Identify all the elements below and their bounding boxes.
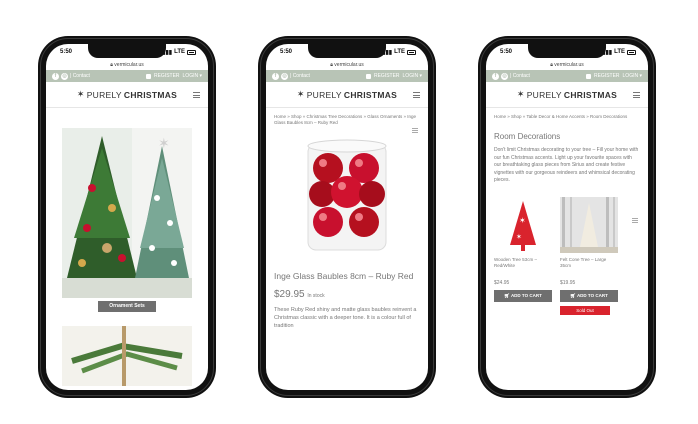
breadcrumb[interactable]: Home » Shop » Christmas Tree Decorations…	[274, 114, 420, 126]
product-content: Home » Shop » Christmas Tree Decorations…	[266, 108, 428, 336]
network-label: LTE	[394, 49, 405, 55]
account-lock-icon	[365, 73, 371, 79]
status-time: 5:50	[280, 49, 293, 55]
category-content: Home » Shop » Table Decor & Home Accents…	[486, 108, 648, 321]
login-link[interactable]: LOGIN ▾	[183, 73, 202, 79]
menu-icon[interactable]	[193, 92, 200, 98]
register-link[interactable]: REGISTER	[154, 73, 180, 79]
login-link[interactable]: LOGIN ▾	[403, 73, 422, 79]
phone-frame-product: 5:50 ▮▮▮ LTE 🔒︎ vermicular.us f ◎ | Contact…	[258, 36, 436, 398]
account-lock-icon	[145, 73, 151, 79]
breadcrumb[interactable]: Home » Shop » Table Decor & Home Accents…	[494, 114, 640, 120]
status-time: 5:50	[60, 49, 73, 55]
list-view-icon[interactable]	[412, 128, 418, 133]
lock-icon: 🔒︎	[330, 62, 333, 68]
product-image[interactable]: ✶ ✶	[494, 196, 552, 253]
category-image-ornament-sets[interactable]: ✶	[62, 128, 192, 298]
contact-link[interactable]: | Contact	[290, 73, 310, 79]
section-title: Room Decorations	[494, 132, 561, 141]
instagram-icon[interactable]: ◎	[501, 72, 508, 80]
utility-bar: f ◎ | Contact REGISTER LOGIN ▾	[266, 70, 428, 82]
product-card[interactable]: Felt Cone Tree – Large 35cm $19.95 🛒︎ AD…	[560, 196, 618, 315]
phone-notch	[308, 44, 386, 58]
phone-frame-home: 5:50 ▮▮▮ LTE 🔒︎ vermicular.us f ◎ | Contact…	[38, 36, 216, 398]
product-description: These Ruby Red shiny and matte glass bau…	[274, 307, 417, 329]
account-lock-icon	[585, 73, 591, 79]
address-bar[interactable]: 🔒︎ vermicular.us	[486, 60, 648, 70]
facebook-icon[interactable]: f	[272, 72, 279, 80]
phone-screen: 5:50 ▮▮▮ LTE 🔒︎ vermicular.us f ◎ | Contact…	[486, 44, 648, 390]
lock-icon: 🔒︎	[110, 62, 113, 68]
star-icon: ✶	[76, 89, 85, 99]
url-text: vermicular.us	[334, 62, 364, 68]
site-header: ✶ PURELY CHRISTMAS	[46, 82, 208, 108]
product-image[interactable]	[298, 136, 396, 254]
product-price: $24.95	[494, 279, 510, 286]
battery-icon	[187, 49, 196, 55]
category-image-secondary[interactable]	[62, 326, 192, 386]
instagram-icon[interactable]: ◎	[61, 72, 68, 80]
phone-screen: 5:50 ▮▮▮ LTE 🔒︎ vermicular.us f ◎ | Contact…	[266, 44, 428, 390]
network-label: LTE	[614, 49, 625, 55]
utility-bar: f ◎ | Contact REGISTER LOGIN ▾	[486, 70, 648, 82]
cart-icon: 🛒︎	[504, 292, 510, 298]
section-description: Don't limit Christmas decorating to your…	[494, 147, 639, 183]
status-time: 5:50	[500, 49, 513, 55]
menu-icon[interactable]	[633, 92, 640, 98]
product-title: Inge Glass Baubles 8cm – Ruby Red	[274, 271, 414, 281]
address-bar[interactable]: 🔒︎ vermicular.us	[46, 60, 208, 70]
product-grid: ✶ ✶ Wooden Tree 53cm – Red/White $24.95 …	[494, 196, 640, 315]
battery-icon	[407, 49, 416, 55]
site-logo[interactable]: ✶ PURELY CHRISTMAS	[297, 89, 397, 100]
site-logo[interactable]: ✶ PURELY CHRISTMAS	[517, 89, 617, 100]
login-link[interactable]: LOGIN ▾	[623, 73, 642, 79]
product-name[interactable]: Wooden Tree 53cm – Red/White	[494, 257, 552, 270]
product-price: $29.95	[274, 289, 305, 300]
star-icon: ✶	[296, 89, 305, 99]
phone-screen: 5:50 ▮▮▮ LTE 🔒︎ vermicular.us f ◎ | Contact…	[46, 44, 208, 390]
stock-status: In stock	[307, 293, 325, 299]
register-link[interactable]: REGISTER	[374, 73, 400, 79]
phone-notch	[88, 44, 166, 58]
add-to-cart-button[interactable]: 🛒︎ ADD TO CART	[494, 289, 552, 302]
lock-icon: 🔒︎	[550, 62, 553, 68]
site-header: ✶ PURELY CHRISTMAS	[266, 82, 428, 108]
address-bar[interactable]: 🔒︎ vermicular.us	[266, 60, 428, 70]
register-link[interactable]: REGISTER	[594, 73, 620, 79]
product-image[interactable]	[560, 196, 618, 253]
list-view-icon[interactable]	[632, 218, 638, 223]
product-card[interactable]: ✶ ✶ Wooden Tree 53cm – Red/White $24.95 …	[494, 196, 552, 315]
utility-bar: f ◎ | Contact REGISTER LOGIN ▾	[46, 70, 208, 82]
cart-icon: 🛒︎	[570, 292, 576, 298]
url-text: vermicular.us	[114, 62, 144, 68]
instagram-icon[interactable]: ◎	[281, 72, 288, 80]
network-label: LTE	[174, 49, 185, 55]
facebook-icon[interactable]: f	[52, 72, 59, 80]
sold-out-badge: Sold Out	[560, 305, 610, 315]
menu-icon[interactable]	[413, 92, 420, 98]
site-header: ✶ PURELY CHRISTMAS	[486, 82, 648, 108]
svg-text:✶: ✶	[158, 135, 170, 151]
contact-link[interactable]: | Contact	[510, 73, 530, 79]
svg-text:✶: ✶	[519, 216, 526, 225]
star-icon: ✶	[516, 89, 525, 99]
add-to-cart-button[interactable]: 🛒︎ ADD TO CART	[560, 289, 618, 302]
category-label-button[interactable]: Ornament Sets	[98, 301, 156, 312]
battery-icon	[627, 49, 636, 55]
product-name[interactable]: Felt Cone Tree – Large 35cm	[560, 257, 618, 270]
product-price-row: $29.95 In stock	[274, 289, 420, 300]
product-price: $19.95	[560, 279, 576, 286]
phone-notch	[528, 44, 606, 58]
facebook-icon[interactable]: f	[492, 72, 499, 80]
url-text: vermicular.us	[554, 62, 584, 68]
site-logo[interactable]: ✶ PURELY CHRISTMAS	[77, 89, 177, 100]
svg-text:✶: ✶	[516, 233, 522, 241]
contact-link[interactable]: | Contact	[70, 73, 90, 79]
phone-frame-category: 5:50 ▮▮▮ LTE 🔒︎ vermicular.us f ◎ | Contact…	[478, 36, 656, 398]
